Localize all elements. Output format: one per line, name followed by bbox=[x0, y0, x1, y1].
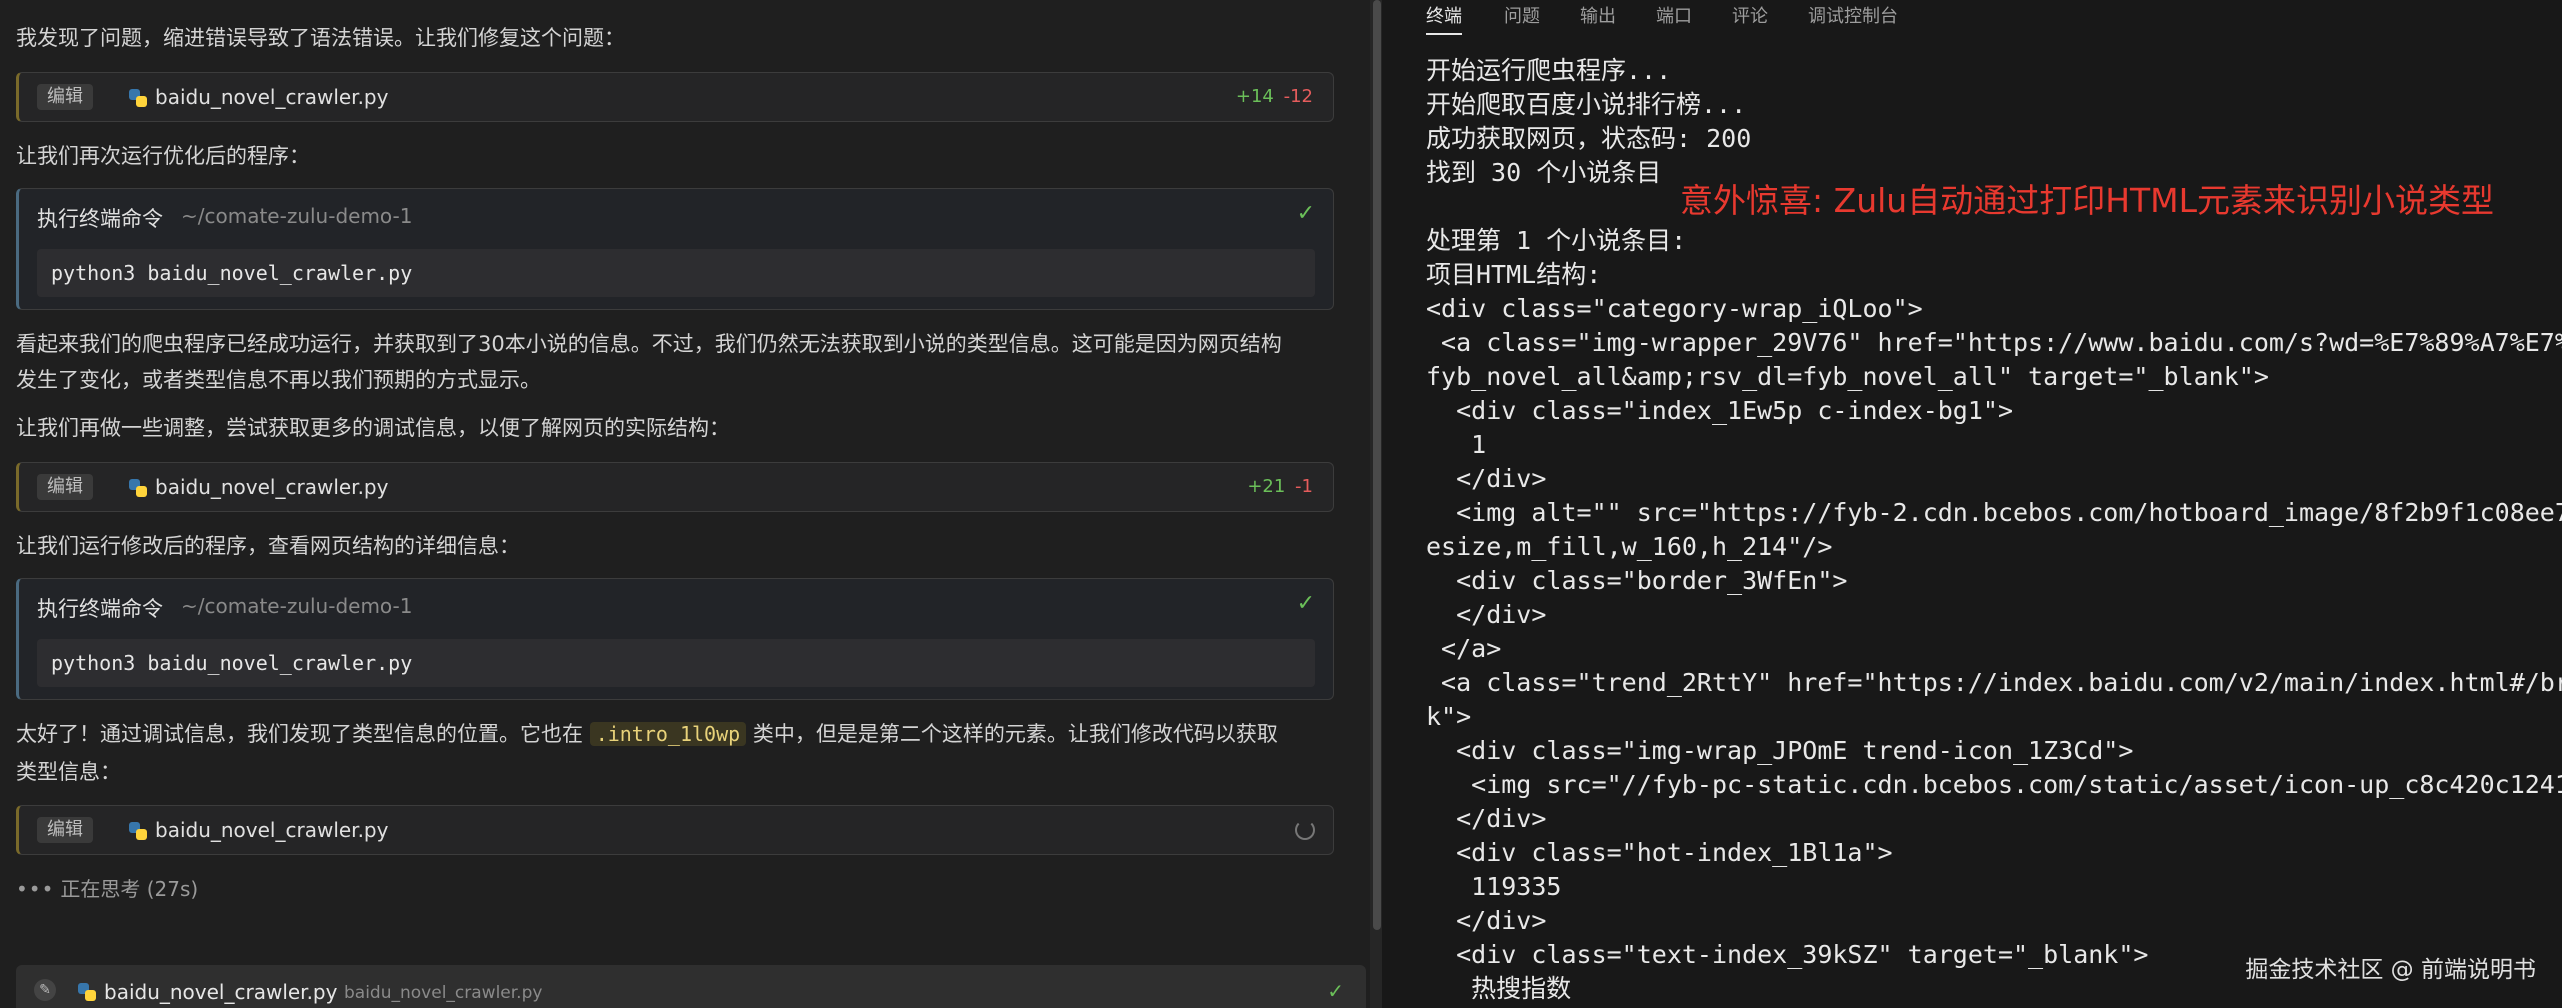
chat-scrollbar[interactable] bbox=[1373, 0, 1381, 930]
terminal-line: 开始运行爬虫程序... bbox=[1426, 56, 1672, 85]
terminal-line: <div class="hot-index_1Bl1a"> bbox=[1426, 838, 1893, 867]
message-text: 类中，但是是第二个这样的元素。让我们修改代码以获取 bbox=[746, 722, 1278, 746]
terminal-line: 项目HTML结构: bbox=[1426, 260, 1602, 289]
check-icon: ✓ bbox=[1327, 979, 1344, 1003]
chat-message: 太好了！通过调试信息，我们发现了类型信息的位置。它也在 .intro_1l0wp… bbox=[16, 716, 1336, 753]
terminal-line: 1 bbox=[1426, 430, 1487, 459]
terminal-line: <a class="trend_2RttY" href="https://ind… bbox=[1426, 668, 2562, 697]
terminal-command-text[interactable]: python3 baidu_novel_crawler.py bbox=[37, 249, 1315, 297]
terminal-line: esize,m_fill,w_160,h_214"/> bbox=[1426, 532, 1833, 561]
tab-debug-console[interactable]: 调试控制台 bbox=[1808, 2, 1898, 28]
terminal-line: fyb_novel_all&amp;rsv_dl=fyb_novel_all" … bbox=[1426, 362, 2269, 391]
terminal-command-path: ~/comate-zulu-demo-1 bbox=[181, 594, 413, 618]
inline-code: .intro_1l0wp bbox=[589, 722, 747, 746]
terminal-line: </div> bbox=[1426, 906, 1547, 935]
edit-badge: 编辑 bbox=[37, 474, 93, 500]
loading-spinner-icon bbox=[1295, 820, 1315, 840]
edit-badge: 编辑 bbox=[37, 817, 93, 843]
terminal-line: <div class="img-wrap_JPOmE trend-icon_1Z… bbox=[1426, 736, 2134, 765]
message-text: 太好了！通过调试信息，我们发现了类型信息的位置。它也在 bbox=[16, 722, 590, 746]
terminal-command-title: 执行终端命令 bbox=[37, 207, 163, 231]
terminal-line: </a> bbox=[1426, 634, 1502, 663]
diff-removed: -1 bbox=[1295, 476, 1313, 497]
diff-stats: +21 -1 bbox=[1247, 476, 1313, 497]
terminal-command-card[interactable]: 执行终端命令 ~/comate-zulu-demo-1 ✓ python3 ba… bbox=[16, 188, 1334, 310]
edit-card[interactable]: 编辑 baidu_novel_crawler.py bbox=[16, 805, 1334, 855]
terminal-command-title: 执行终端命令 bbox=[37, 597, 163, 621]
changed-file-name[interactable]: baidu_novel_crawler.py bbox=[104, 980, 337, 1004]
edit-file-name[interactable]: baidu_novel_crawler.py bbox=[155, 818, 388, 842]
python-file-icon bbox=[129, 479, 147, 497]
edit-card[interactable]: 编辑 baidu_novel_crawler.py +14 -12 bbox=[16, 72, 1334, 122]
pencil-icon: ✎ bbox=[34, 979, 56, 1001]
tab-output[interactable]: 输出 bbox=[1580, 2, 1616, 28]
terminal-line: <div class="index_1Ew5p c-index-bg1"> bbox=[1426, 396, 2013, 425]
edit-file-name[interactable]: baidu_novel_crawler.py bbox=[155, 475, 388, 499]
more-dots-icon: ••• bbox=[16, 877, 55, 901]
thinking-status: ••• 正在思考 (27s) bbox=[16, 873, 198, 902]
tab-problems[interactable]: 问题 bbox=[1504, 2, 1540, 28]
chat-message: 让我们再做一些调整，尝试获取更多的调试信息，以便了解网页的实际结构： bbox=[16, 416, 730, 440]
diff-added: +14 bbox=[1235, 86, 1274, 107]
terminal-line: <div class="border_3WfEn"> bbox=[1426, 566, 1848, 595]
tab-terminal[interactable]: 终端 bbox=[1426, 2, 1462, 35]
check-icon: ✓ bbox=[1296, 201, 1315, 226]
terminal-line: k"> bbox=[1426, 702, 1472, 731]
terminal-line: </div> bbox=[1426, 464, 1547, 493]
terminal-command-card[interactable]: 执行终端命令 ~/comate-zulu-demo-1 ✓ python3 ba… bbox=[16, 578, 1334, 700]
tab-comments[interactable]: 评论 bbox=[1732, 2, 1768, 28]
python-file-icon bbox=[129, 89, 147, 107]
file-change-bar[interactable]: ✎ baidu_novel_crawler.py baidu_novel_cra… bbox=[16, 965, 1366, 1008]
terminal-line: </div> bbox=[1426, 600, 1547, 629]
edit-file-name[interactable]: baidu_novel_crawler.py bbox=[155, 85, 388, 109]
diff-added: +21 bbox=[1247, 476, 1286, 497]
chat-panel: 我发现了问题，缩进错误导致了语法错误。让我们修复这个问题： 编辑 baidu_n… bbox=[0, 0, 1370, 1008]
terminal-line: <div class="category-wrap_iQLoo"> bbox=[1426, 294, 1923, 323]
python-file-icon bbox=[78, 983, 96, 1001]
chat-message: 看起来我们的爬虫程序已经成功运行，并获取到了30本小说的信息。不过，我们仍然无法… bbox=[16, 332, 1282, 356]
terminal-line: <img alt="" src="https://fyb-2.cdn.bcebo… bbox=[1426, 498, 2562, 527]
thinking-text: 正在思考 (27s) bbox=[60, 877, 199, 901]
terminal-command-path: ~/comate-zulu-demo-1 bbox=[181, 204, 413, 228]
chat-message: 我发现了问题，缩进错误导致了语法错误。让我们修复这个问题： bbox=[16, 26, 625, 50]
terminal-line: 开始爬取百度小说排行榜... bbox=[1426, 90, 1747, 119]
terminal-line: <img src="//fyb-pc-static.cdn.bcebos.com… bbox=[1426, 770, 2562, 799]
python-file-icon bbox=[129, 822, 147, 840]
watermark: 掘金技术社区 @ 前端说明书 bbox=[2245, 957, 2536, 983]
terminal-command-text[interactable]: python3 baidu_novel_crawler.py bbox=[37, 639, 1315, 687]
annotation-overlay: 意外惊喜: Zulu自动通过打印HTML元素来识别小说类型 bbox=[1680, 181, 2495, 220]
terminal-line: 处理第 1 个小说条目: bbox=[1426, 226, 1687, 255]
terminal-line: 成功获取网页，状态码: 200 bbox=[1426, 124, 1752, 153]
changed-file-path: baidu_novel_crawler.py bbox=[344, 983, 543, 1003]
tab-ports[interactable]: 端口 bbox=[1656, 2, 1692, 28]
chat-message: 让我们运行修改后的程序，查看网页结构的详细信息： bbox=[16, 534, 520, 558]
terminal-line: 119335 bbox=[1426, 872, 1562, 901]
check-icon: ✓ bbox=[1296, 591, 1315, 616]
diff-stats: +14 -12 bbox=[1236, 86, 1313, 107]
chat-message: 类型信息： bbox=[16, 760, 121, 784]
terminal-panel: 终端 问题 输出 端口 评论 调试控制台 开始运行爬虫程序... 开始爬取百度小说… bbox=[1382, 0, 2562, 1008]
edit-card[interactable]: 编辑 baidu_novel_crawler.py +21 -1 bbox=[16, 462, 1334, 512]
edit-badge: 编辑 bbox=[37, 84, 93, 110]
terminal-line: </div> bbox=[1426, 804, 1547, 833]
chat-message: 让我们再次运行优化后的程序： bbox=[16, 144, 310, 168]
diff-removed: -12 bbox=[1283, 86, 1313, 107]
chat-message: 发生了变化，或者类型信息不再以我们预期的方式显示。 bbox=[16, 368, 541, 392]
panel-tabs: 终端 问题 输出 端口 评论 调试控制台 bbox=[1382, 0, 2562, 35]
terminal-line: <a class="img-wrapper_29V76" href="https… bbox=[1426, 328, 2562, 357]
